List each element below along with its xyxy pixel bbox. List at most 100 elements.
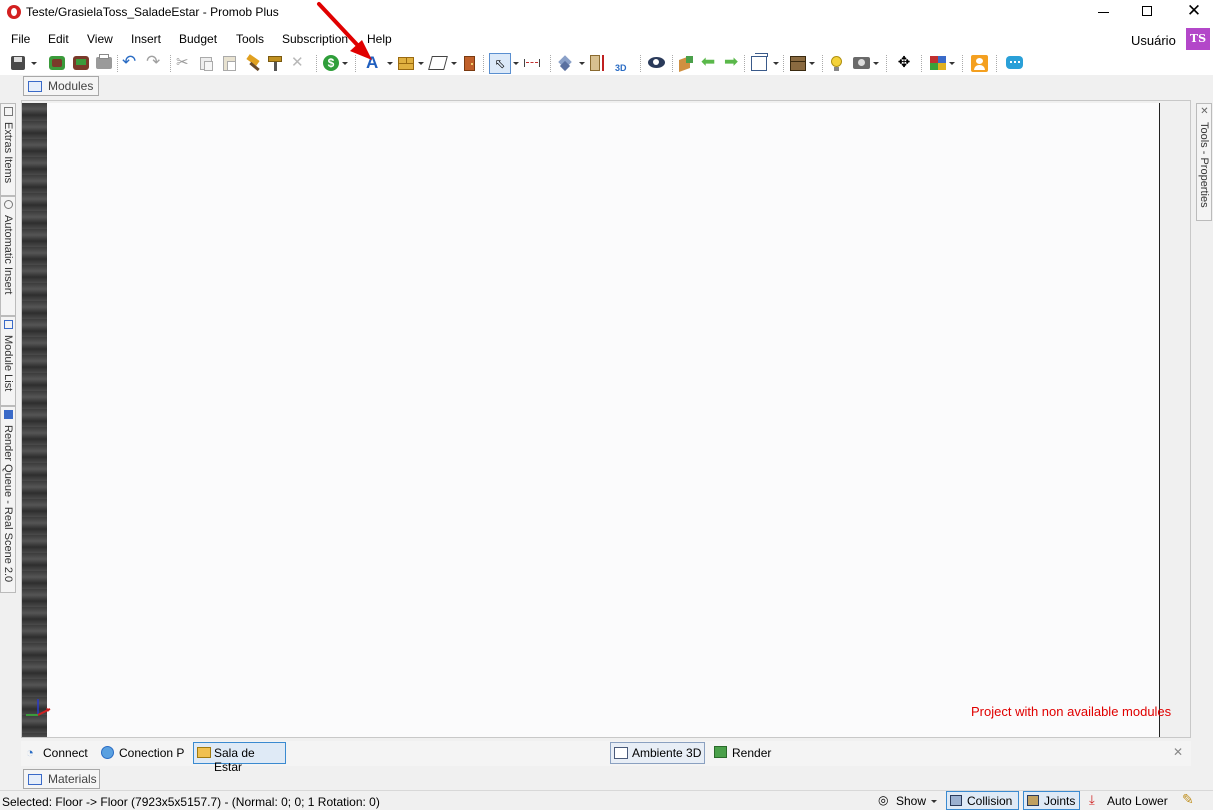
- toolbar-separator: [886, 55, 887, 72]
- toolbar-separator: [170, 55, 171, 72]
- cube-dropdown-icon[interactable]: [773, 62, 779, 65]
- tab-sala-de-estar[interactable]: Sala de Estar: [193, 742, 286, 774]
- budget-print-icon[interactable]: [73, 56, 89, 70]
- user-label[interactable]: Usuário: [1131, 33, 1176, 48]
- menu-budget[interactable]: Budget: [179, 32, 217, 46]
- color-palette-icon[interactable]: [930, 56, 946, 70]
- tab-connect[interactable]: ◔ Connect: [23, 742, 95, 764]
- 3d-icon[interactable]: 3D: [615, 55, 631, 73]
- joints-toggle[interactable]: Joints: [1023, 791, 1080, 810]
- menu-tools[interactable]: Tools: [236, 32, 264, 46]
- menu-edit[interactable]: Edit: [48, 32, 69, 46]
- chat-icon[interactable]: [1006, 56, 1023, 69]
- wall-texture: [22, 103, 47, 737]
- globe-icon: [101, 746, 114, 759]
- close-button[interactable]: ✕: [1186, 2, 1202, 20]
- box-dropdown-icon[interactable]: [809, 62, 815, 65]
- close-tabs-button[interactable]: ✕: [1173, 745, 1183, 759]
- paste-icon[interactable]: [223, 56, 236, 71]
- tab-conection-p-label: Conection P: [119, 746, 185, 760]
- tab-render[interactable]: Render: [711, 742, 781, 764]
- toolbar-separator: [962, 55, 963, 72]
- tab-module-list-label: Module List: [2, 335, 14, 392]
- tab-tools-properties[interactable]: ✕ Tools - Properties: [1196, 103, 1212, 221]
- back-arrow-icon[interactable]: ⬅: [701, 52, 717, 72]
- show-dropdown-icon: [931, 800, 937, 803]
- show-button[interactable]: ◎ Show: [876, 792, 942, 810]
- save-icon[interactable]: [11, 56, 25, 70]
- tab-conection-p[interactable]: Conection P: [99, 742, 189, 764]
- user-icon[interactable]: [971, 55, 988, 72]
- undo-icon[interactable]: ↶: [122, 52, 140, 72]
- minimize-button[interactable]: [1098, 12, 1109, 13]
- camera-icon[interactable]: [853, 57, 870, 69]
- tab-module-list[interactable]: Module List: [0, 316, 16, 406]
- toolbar-separator: [783, 55, 784, 72]
- avatar[interactable]: TS: [1186, 28, 1210, 50]
- toolbar-separator: [117, 55, 118, 72]
- paint-bucket-icon[interactable]: [678, 55, 694, 73]
- floor-area[interactable]: [47, 103, 1160, 737]
- modules-icon: [28, 81, 42, 92]
- pencil-icon[interactable]: ✎: [1182, 791, 1194, 808]
- tab-extras-items-label: Extras Items: [2, 122, 14, 184]
- tab-extras-items[interactable]: Extras Items: [0, 103, 16, 196]
- automatic-insert-icon: [4, 200, 13, 209]
- shape-dropdown-icon[interactable]: [451, 62, 457, 65]
- toolbar-separator: [996, 55, 997, 72]
- toolbar-separator: [483, 55, 484, 72]
- eye-icon[interactable]: [648, 57, 665, 68]
- toolbar-separator: [640, 55, 641, 72]
- tab-automatic-insert[interactable]: Automatic Insert: [0, 196, 16, 316]
- light-bulb-icon[interactable]: [831, 56, 842, 71]
- tab-modules[interactable]: Modules: [23, 76, 99, 96]
- tab-ambiente-3d-label: Ambiente 3D: [632, 746, 702, 760]
- status-bar: Selected: Floor -> Floor (7923x5x5157.7)…: [0, 790, 1213, 810]
- camera-dropdown-icon[interactable]: [873, 62, 879, 65]
- cut-icon[interactable]: ✂: [176, 53, 192, 73]
- print-icon[interactable]: [96, 54, 112, 69]
- bricks-dropdown-icon[interactable]: [418, 62, 424, 65]
- menu-insert[interactable]: Insert: [131, 32, 161, 46]
- extras-items-icon: [4, 107, 13, 116]
- menu-file[interactable]: File: [11, 32, 30, 46]
- collision-toggle[interactable]: Collision: [946, 791, 1019, 810]
- title-bar: Teste/GrasielaToss_SaladeEstar - Promob …: [0, 0, 1213, 26]
- copy-icon[interactable]: [200, 57, 213, 71]
- palette-dropdown-icon[interactable]: [949, 62, 955, 65]
- collision-label: Collision: [967, 794, 1013, 808]
- layers-icon[interactable]: [558, 55, 573, 72]
- auto-lower-button[interactable]: ⤓ Auto Lower: [1087, 792, 1175, 810]
- render-image-icon: [714, 746, 727, 758]
- box-icon[interactable]: [790, 56, 806, 71]
- catalog-icon[interactable]: [49, 56, 65, 70]
- shape-tool-icon[interactable]: [428, 56, 448, 70]
- ambiente-3d-icon: [614, 747, 628, 759]
- select-cursor-icon[interactable]: ⬁: [489, 53, 511, 74]
- tab-materials[interactable]: Materials: [23, 769, 100, 789]
- bricks-icon[interactable]: [398, 57, 414, 70]
- auto-lower-label: Auto Lower: [1107, 794, 1168, 808]
- maximize-button[interactable]: [1142, 6, 1152, 16]
- paint-roller-icon[interactable]: [268, 56, 282, 72]
- toolbar-separator: [672, 55, 673, 72]
- move-icon[interactable]: ✥: [896, 54, 912, 72]
- door-icon[interactable]: [464, 56, 475, 71]
- text-dropdown-icon[interactable]: [387, 62, 393, 65]
- save-dropdown-icon[interactable]: [31, 62, 37, 65]
- menu-view[interactable]: View: [87, 32, 113, 46]
- viewport[interactable]: Project with non available modules: [21, 100, 1191, 738]
- height-icon[interactable]: [590, 55, 608, 72]
- tab-render-queue[interactable]: Render Queue - Real Scene 2.0: [0, 406, 16, 593]
- forward-arrow-icon[interactable]: ➡: [724, 52, 740, 72]
- bottom-tabs-bar: ◔ Connect Conection P Sala de Estar Ambi…: [21, 741, 1191, 774]
- layers-dropdown-icon[interactable]: [579, 62, 585, 65]
- tab-automatic-insert-label: Automatic Insert: [2, 215, 14, 295]
- select-dropdown-icon[interactable]: [513, 62, 519, 65]
- redo-icon[interactable]: ↷: [146, 52, 164, 72]
- hammer-icon[interactable]: [246, 54, 262, 72]
- dimension-icon[interactable]: [524, 59, 540, 67]
- tab-ambiente-3d[interactable]: Ambiente 3D: [610, 742, 705, 764]
- cube-view-icon[interactable]: [751, 53, 768, 71]
- tab-render-queue-label: Render Queue - Real Scene 2.0: [2, 425, 14, 583]
